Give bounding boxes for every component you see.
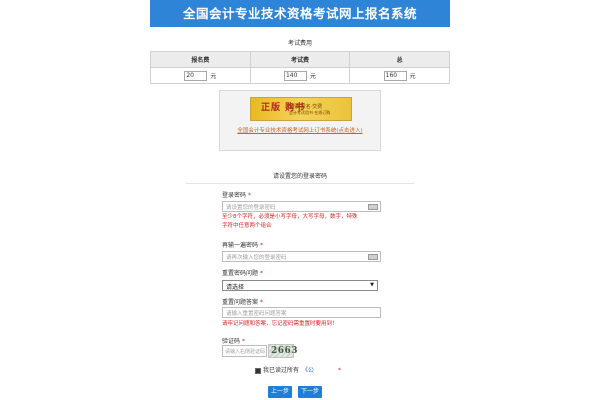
book-order-link[interactable]: 全国会计专业技术资格考试网上订书系统(点击进入) bbox=[220, 126, 380, 134]
password-placeholder: 请设置您的登录密码 bbox=[226, 205, 276, 211]
fee-section-title: 考试费用 bbox=[287, 40, 312, 47]
fee-table: 报名费 考试费 总 20 元 140 元 160 元 bbox=[150, 51, 450, 84]
keyboard-icon[interactable] bbox=[368, 204, 378, 210]
book-order-box: 正版 购书 登录·报名·交费 会计考试用书 在线订购 全国会计专业技术资格考试网… bbox=[219, 90, 381, 151]
reset-question-select[interactable]: 请选择 ▼ bbox=[222, 280, 378, 291]
form-title: 请设置您的登录密码 bbox=[272, 173, 327, 180]
password-hint: 至少8个字符，必须是小写字母，大写字母，数字，特殊 字符中任意两个组合 bbox=[222, 214, 358, 229]
next-button[interactable]: 下一步 bbox=[298, 386, 322, 398]
prev-button[interactable]: 上一步 bbox=[268, 386, 292, 398]
fee-header-exam: 考试费 bbox=[249, 51, 351, 68]
captcha-placeholder: 请输入右侧验证码 bbox=[225, 349, 266, 355]
required-mark: * bbox=[248, 192, 252, 199]
fee-header-row: 报名费 考试费 总 bbox=[150, 51, 450, 68]
fee-header-total: 总 bbox=[349, 51, 450, 68]
agree-checkbox[interactable] bbox=[255, 367, 261, 374]
banner-subtext-2: 会计考试用书 在线订购 bbox=[289, 110, 331, 115]
agreement-link[interactable]: 《公 bbox=[302, 367, 314, 374]
captcha-code: 2663 bbox=[271, 346, 299, 356]
captcha-label: 验证码 * bbox=[222, 338, 246, 345]
book-banner-image[interactable]: 正版 购书 登录·报名·交费 会计考试用书 在线订购 bbox=[250, 97, 352, 121]
header-bar: 全国会计专业技术资格考试网上报名系统 bbox=[150, 0, 450, 27]
reset-answer-placeholder: 请输入重置密码问题答案 bbox=[226, 311, 287, 317]
fee-unit: 元 bbox=[409, 73, 416, 80]
fee-value-row: 20 元 140 元 160 元 bbox=[150, 67, 450, 84]
total-fee-field: 160 bbox=[383, 70, 407, 81]
reset-answer-label: 重置问题答案 * bbox=[222, 299, 264, 306]
fee-unit: 元 bbox=[309, 73, 316, 80]
fee-header-registration: 报名费 bbox=[150, 51, 251, 68]
reset-answer-field[interactable]: 请输入重置密码问题答案 bbox=[222, 307, 381, 318]
reset-question-selected: 请选择 bbox=[226, 284, 245, 291]
confirm-password-label: 再输一遍密码 * bbox=[222, 242, 264, 249]
keyboard-icon[interactable] bbox=[368, 254, 378, 260]
confirm-password-field[interactable]: 请再次输入您的登录密码 bbox=[222, 251, 381, 262]
reset-answer-hint: 请牢记问题和答案，忘记密码需重置时要用到！ bbox=[222, 321, 338, 327]
exam-fee-field: 140 bbox=[283, 70, 307, 81]
captcha-input[interactable]: 请输入右侧验证码 bbox=[222, 345, 267, 357]
agree-text: 我已读过所有 bbox=[263, 367, 300, 374]
confirm-password-placeholder: 请再次输入您的登录密码 bbox=[226, 255, 287, 261]
registration-fee-field: 20 bbox=[184, 70, 208, 81]
agreement-row: 我已读过所有 《公 * bbox=[255, 365, 341, 374]
captcha-image[interactable]: 2663 bbox=[268, 344, 298, 358]
page-title: 全国会计专业技术资格考试网上报名系统 bbox=[182, 6, 417, 21]
password-field[interactable]: 请设置您的登录密码 bbox=[222, 201, 381, 212]
required-mark: * bbox=[338, 367, 342, 374]
fee-unit: 元 bbox=[210, 73, 217, 80]
reset-question-label: 重置密码问题 * bbox=[222, 270, 264, 277]
chevron-down-icon: ▼ bbox=[370, 282, 374, 288]
divider bbox=[186, 183, 414, 184]
password-label: 登录密码 * bbox=[222, 192, 252, 199]
banner-subtext: 登录·报名·交费 bbox=[289, 104, 323, 110]
